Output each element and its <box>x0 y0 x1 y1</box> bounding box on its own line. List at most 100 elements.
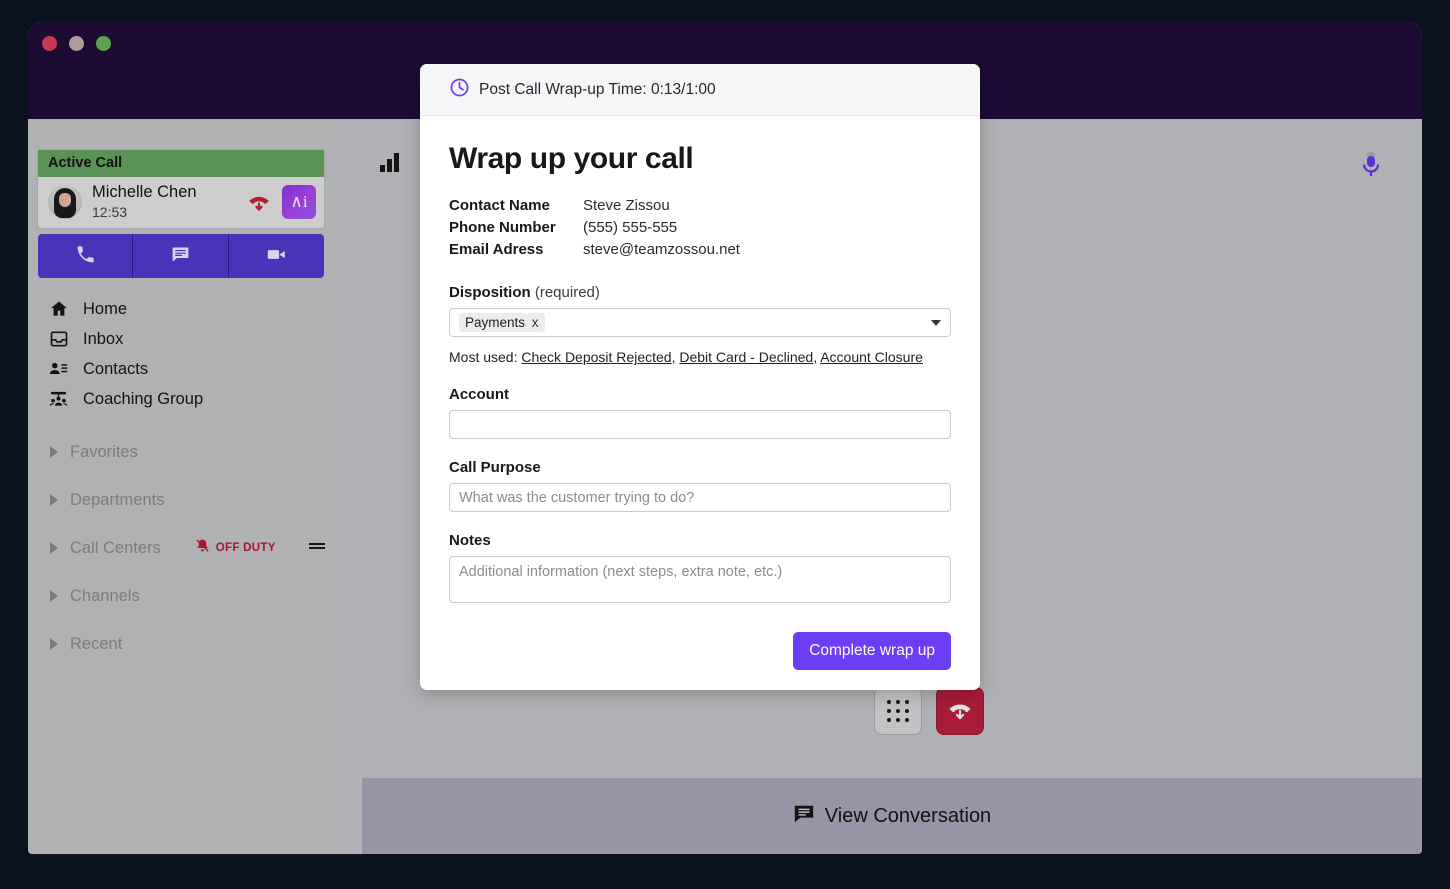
chevron-right-icon <box>50 494 58 506</box>
hangup-icon <box>946 696 974 727</box>
most-used-option-1[interactable]: Check Deposit Rejected <box>521 349 671 365</box>
sidebar-group-label: Channels <box>70 587 140 606</box>
account-input[interactable] <box>449 410 951 439</box>
inbox-icon <box>48 329 69 350</box>
most-used-row: Most used: Check Deposit Rejected, Debit… <box>449 349 951 365</box>
off-duty-status[interactable]: OFF DUTY <box>195 538 276 558</box>
sidebar-item-label: Inbox <box>83 330 123 349</box>
call-action-row <box>38 234 324 278</box>
ai-assist-button[interactable]: ∧i <box>282 185 316 219</box>
active-call-card: Active Call Michelle Chen 12:53 ∧i <box>38 150 324 228</box>
comma-1: , <box>672 349 676 365</box>
contact-info: Contact Name Steve Zissou Phone Number (… <box>449 195 951 261</box>
chat-icon <box>170 244 191 268</box>
active-call-header: Active Call <box>38 150 324 177</box>
call-controls <box>874 687 984 735</box>
sidebar-nav: Home Inbox <box>28 294 334 414</box>
email-address-label: Email Adress <box>449 239 583 261</box>
sidebar-group-favorites[interactable]: Favorites <box>28 437 334 467</box>
coaching-group-icon <box>48 389 69 410</box>
call-purpose-label: Call Purpose <box>449 459 951 476</box>
complete-wrap-up-button[interactable]: Complete wrap up <box>793 632 951 670</box>
video-call-button[interactable] <box>229 234 324 278</box>
sidebar-group-recent[interactable]: Recent <box>28 629 334 659</box>
bell-off-icon <box>195 538 210 558</box>
email-address-value: steve@teamzossou.net <box>583 239 740 261</box>
chevron-right-icon <box>50 542 58 554</box>
chevron-down-icon[interactable] <box>931 320 941 326</box>
contact-info-row: Email Adress steve@teamzossou.net <box>449 239 951 261</box>
wrap-up-modal: Post Call Wrap-up Time: 0:13/1:00 Wrap u… <box>420 64 980 690</box>
sidebar-item-label: Home <box>83 300 127 319</box>
disposition-select[interactable]: Payments x <box>449 308 951 337</box>
disposition-label-text: Disposition <box>449 284 531 301</box>
hangup-icon[interactable] <box>246 189 272 215</box>
sidebar-group-channels[interactable]: Channels <box>28 581 334 611</box>
phone-icon <box>75 244 96 268</box>
chevron-right-icon <box>50 638 58 650</box>
drag-handle-icon[interactable] <box>308 539 326 558</box>
sidebar-group-label: Favorites <box>70 443 138 462</box>
app-window: Active Call Michelle Chen 12:53 ∧i <box>28 22 1422 854</box>
most-used-prefix: Most used: <box>449 349 517 365</box>
sidebar-group-call-centers[interactable]: Call Centers OFF DUTY <box>28 533 334 563</box>
minimize-window-button[interactable] <box>69 36 84 51</box>
disposition-required-note: (required) <box>535 284 600 301</box>
contact-name-label: Contact Name <box>449 195 583 217</box>
home-icon <box>48 299 69 320</box>
chevron-right-icon <box>50 590 58 602</box>
contacts-icon <box>48 359 69 380</box>
comma-2: , <box>813 349 817 365</box>
clock-icon <box>449 77 470 103</box>
contact-info-row: Phone Number (555) 555-555 <box>449 217 951 239</box>
phone-number-label: Phone Number <box>449 217 583 239</box>
notes-input[interactable] <box>449 556 951 603</box>
sidebar-group-label: Departments <box>70 491 164 510</box>
close-window-button[interactable] <box>42 36 57 51</box>
account-label: Account <box>449 386 951 403</box>
sidebar-item-inbox[interactable]: Inbox <box>28 324 334 354</box>
end-call-button[interactable] <box>936 687 984 735</box>
caller-name: Michelle Chen <box>92 183 236 202</box>
call-purpose-input[interactable] <box>449 483 951 512</box>
modal-header: Post Call Wrap-up Time: 0:13/1:00 <box>420 64 980 116</box>
disposition-chip[interactable]: Payments x <box>459 313 545 332</box>
maximize-window-button[interactable] <box>96 36 111 51</box>
video-camera-icon <box>265 244 288 268</box>
sidebar-item-home[interactable]: Home <box>28 294 334 324</box>
most-used-option-2[interactable]: Debit Card - Declined <box>679 349 813 365</box>
phone-call-button[interactable] <box>38 234 133 278</box>
window-controls <box>42 36 111 51</box>
sidebar-groups: Favorites Departments Call Centers <box>28 437 334 677</box>
sidebar: Active Call Michelle Chen 12:53 ∧i <box>28 119 334 854</box>
contact-info-row: Contact Name Steve Zissou <box>449 195 951 217</box>
wrap-up-timer: Post Call Wrap-up Time: 0:13/1:00 <box>479 81 716 99</box>
sidebar-group-label: Recent <box>70 635 122 654</box>
notes-label: Notes <box>449 532 951 549</box>
signal-bars-icon <box>380 152 402 177</box>
disposition-label: Disposition (required) <box>449 284 951 301</box>
sidebar-group-label: Call Centers <box>70 539 161 558</box>
chevron-right-icon <box>50 446 58 458</box>
microphone-icon[interactable] <box>1360 151 1382 184</box>
sidebar-item-label: Contacts <box>83 360 148 379</box>
sidebar-item-contacts[interactable]: Contacts <box>28 354 334 384</box>
avatar <box>48 185 82 219</box>
contact-name-value: Steve Zissou <box>583 195 670 217</box>
dialpad-button[interactable] <box>874 687 922 735</box>
disposition-chip-label: Payments <box>465 315 525 330</box>
phone-number-value: (555) 555-555 <box>583 217 677 239</box>
view-conversation-bar[interactable]: View Conversation <box>362 778 1422 854</box>
sidebar-group-departments[interactable]: Departments <box>28 485 334 515</box>
most-used-option-3[interactable]: Account Closure <box>820 349 923 365</box>
off-duty-label: OFF DUTY <box>216 542 276 554</box>
call-duration: 12:53 <box>92 204 236 220</box>
ai-glyph: ∧i <box>290 192 307 212</box>
view-conversation-label: View Conversation <box>825 805 991 828</box>
disposition-chip-remove-icon[interactable]: x <box>532 315 539 330</box>
conversation-icon <box>793 803 815 830</box>
dialpad-icon <box>887 700 909 722</box>
sidebar-item-label: Coaching Group <box>83 390 203 409</box>
message-button[interactable] <box>133 234 228 278</box>
sidebar-item-coaching-group[interactable]: Coaching Group <box>28 384 334 414</box>
